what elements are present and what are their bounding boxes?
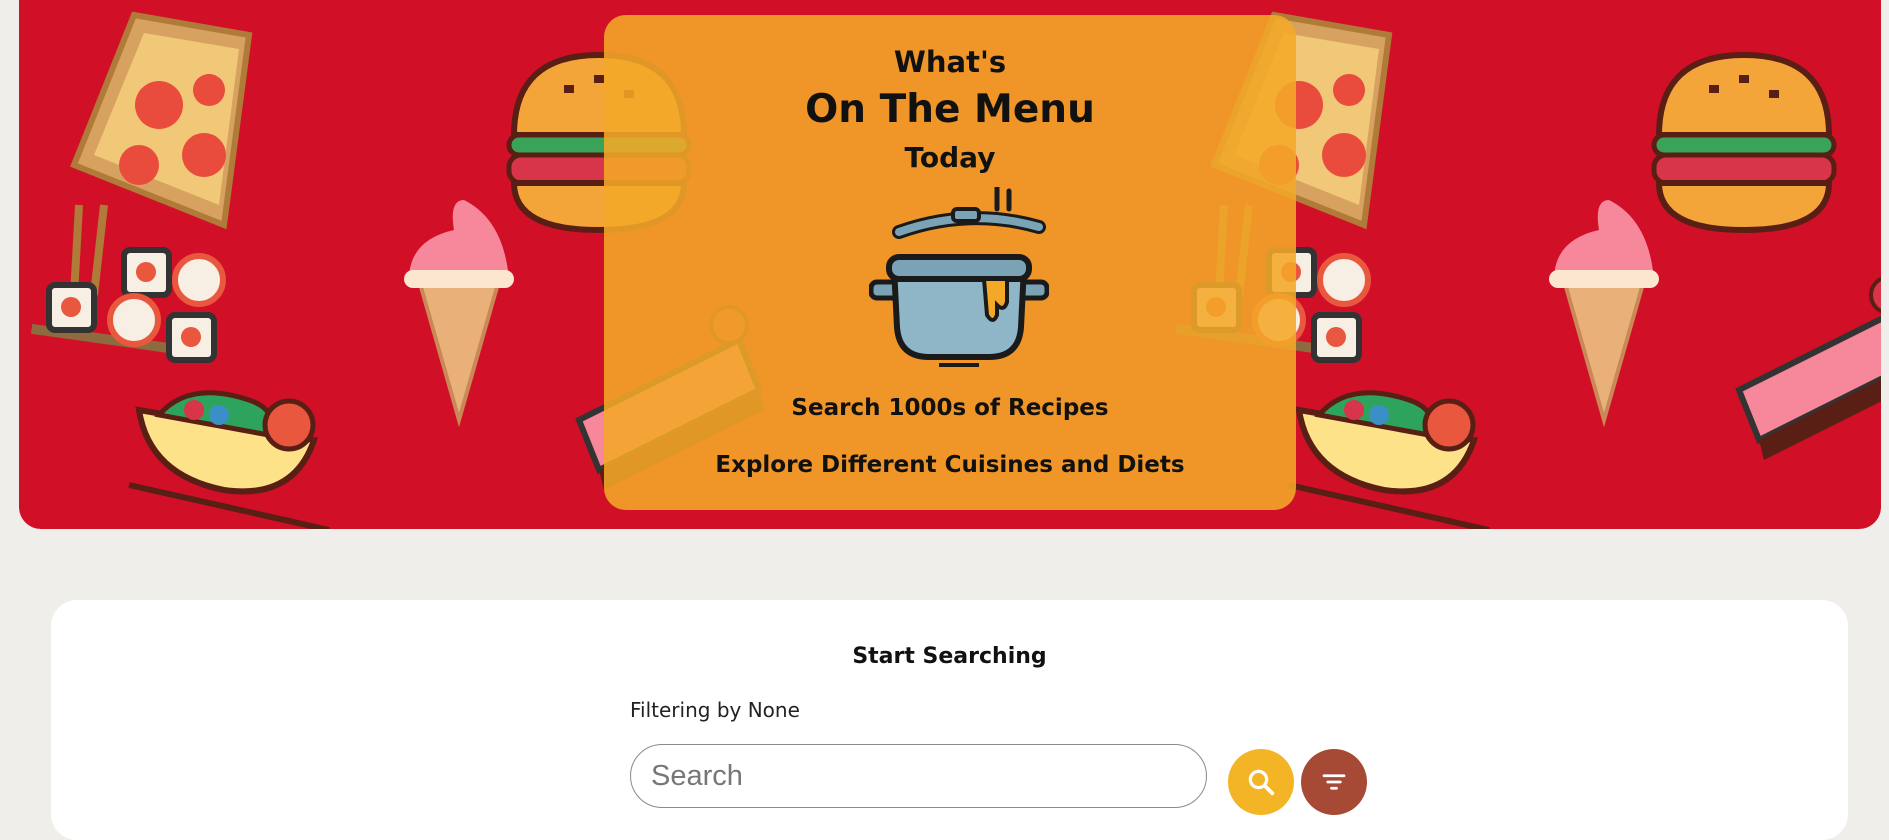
hero-title-line1: What's bbox=[893, 45, 1007, 79]
hero-title-line3: Today bbox=[904, 141, 996, 174]
hero-overlay-card: What's On The Menu Today Search 1000s of… bbox=[604, 15, 1296, 510]
filter-status-label: Filtering by None bbox=[630, 698, 800, 722]
hero-subtitle-cuisines: Explore Different Cuisines and Diets bbox=[715, 452, 1185, 478]
search-button[interactable] bbox=[1228, 749, 1294, 815]
hero-title-line2: On The Menu bbox=[805, 87, 1095, 132]
search-section-title: Start Searching bbox=[852, 644, 1047, 669]
filter-button[interactable] bbox=[1301, 749, 1367, 815]
hero-banner: What's On The Menu Today Search 1000s of… bbox=[19, 0, 1881, 529]
search-card: Start Searching Filtering by None bbox=[51, 600, 1848, 840]
cooking-pot-icon bbox=[869, 187, 1049, 367]
search-input[interactable] bbox=[630, 744, 1207, 808]
magnifier-icon bbox=[1248, 769, 1275, 796]
filter-icon bbox=[1322, 774, 1346, 790]
hero-subtitle-recipes: Search 1000s of Recipes bbox=[791, 395, 1109, 421]
